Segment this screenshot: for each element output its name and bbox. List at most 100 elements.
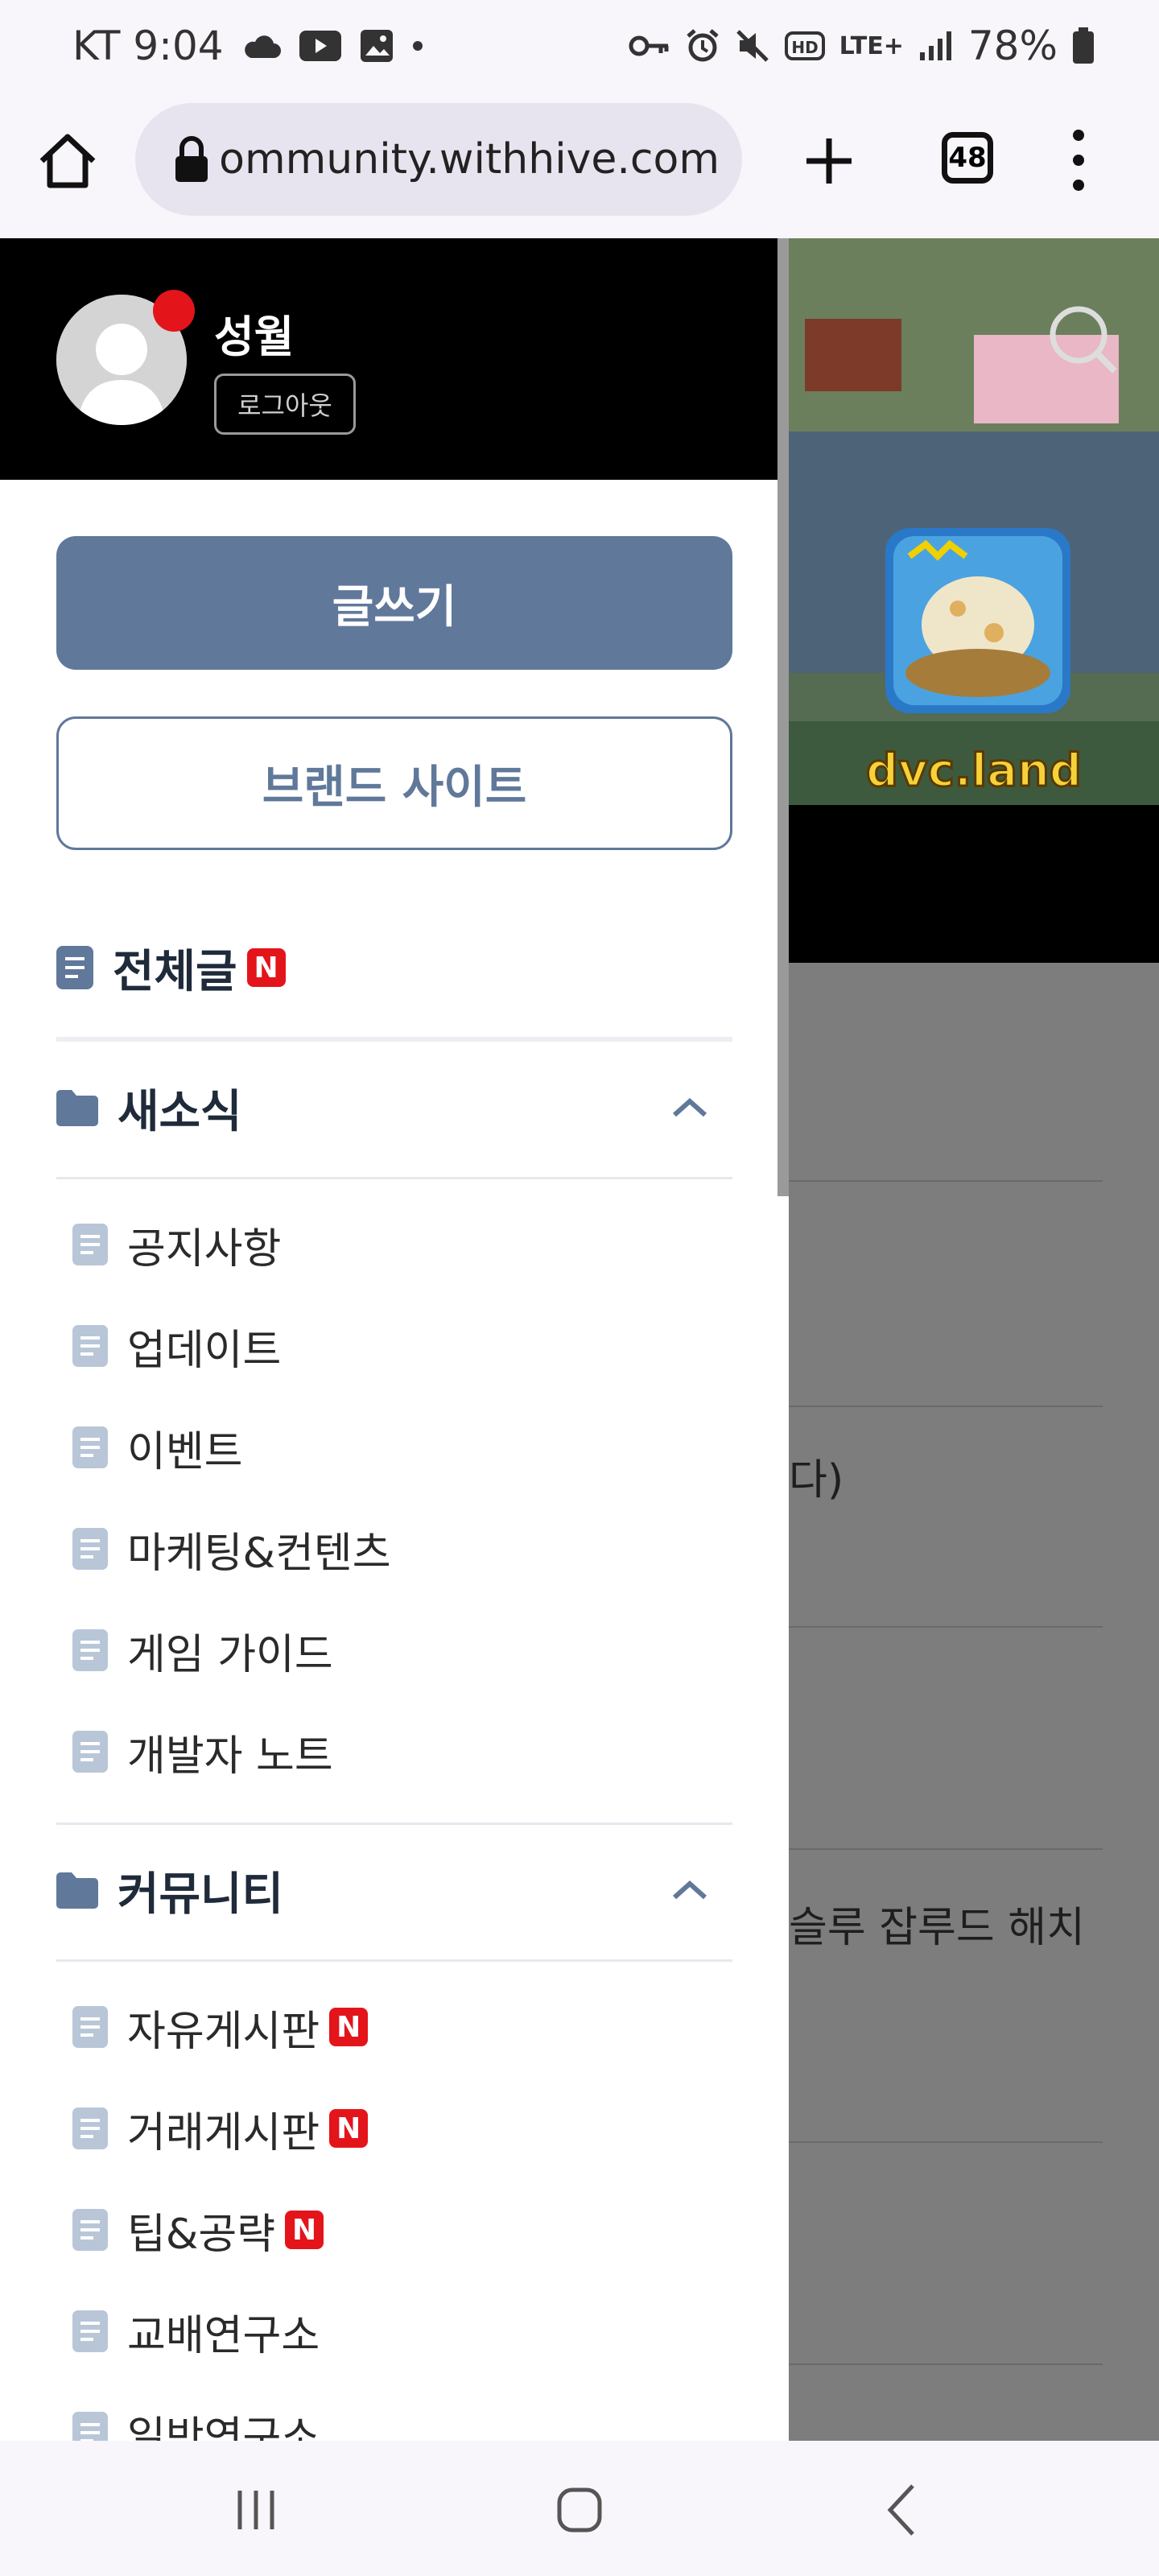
url-text[interactable]: community.withhive.com <box>221 135 720 184</box>
side-drawer: 성월 로그아웃 글쓰기 브랜드 사이트 전체글 N 새소식 공지사항 업데이트 … <box>0 238 789 2441</box>
document-icon <box>72 2310 108 2352</box>
background-page: dvc.land 다) 슬루 잡루드 해치 <box>789 238 1159 2441</box>
notification-dot <box>153 290 195 332</box>
more-options-icon[interactable] <box>1062 124 1095 196</box>
status-bar: KT 9:04 HD LTE+ 78% <box>0 0 1159 97</box>
youtube-icon <box>299 31 341 61</box>
menu-all-posts[interactable]: 전체글 N <box>56 935 732 1000</box>
mute-icon <box>736 30 769 62</box>
username: 성월 <box>214 312 295 362</box>
menu-item-label: 업데이트 <box>127 1326 282 1375</box>
menu-item-label: 팁&공략 <box>127 2210 276 2259</box>
svg-text:HD: HD <box>791 38 818 57</box>
background-divider <box>789 1848 1103 1850</box>
hd-icon: HD <box>784 31 825 60</box>
chevron-up-icon[interactable] <box>671 1096 708 1120</box>
tab-switcher-button[interactable]: 48 <box>942 132 993 184</box>
new-badge: N <box>329 2008 369 2046</box>
document-icon <box>56 946 93 989</box>
menu-item-label: 이벤트 <box>127 1427 243 1476</box>
document-icon <box>72 1325 108 1367</box>
chevron-up-icon[interactable] <box>671 1878 708 1902</box>
menu-item-notice[interactable]: 공지사항 <box>72 1212 281 1277</box>
divider <box>56 1037 732 1042</box>
system-nav-bar <box>0 2441 1159 2576</box>
menu-item-label: 거래게시판 <box>127 2108 320 2157</box>
folder-icon <box>56 1872 98 1909</box>
document-icon <box>72 2006 108 2048</box>
signal-icon <box>919 31 951 60</box>
profile-header: 성월 로그아웃 <box>0 238 789 480</box>
document-icon <box>72 1528 108 1570</box>
section-news-header[interactable]: 새소식 <box>56 1075 732 1140</box>
menu-item-label: 게임 가이드 <box>127 1630 333 1679</box>
menu-item-free-board[interactable]: 자유게시판 N <box>72 1995 369 2059</box>
home-nav-icon[interactable] <box>555 2486 604 2534</box>
key-icon <box>629 35 669 56</box>
recent-apps-icon[interactable] <box>233 2487 278 2533</box>
alarm-icon <box>686 29 719 62</box>
banner-footer <box>789 805 1159 963</box>
menu-item-marketing[interactable]: 마케팅&컨텐츠 <box>72 1517 391 1581</box>
menu-item-tips[interactable]: 팁&공략 N <box>72 2198 324 2262</box>
background-divider <box>789 1406 1103 1407</box>
background-snippet: 다) <box>789 1456 844 1505</box>
game-banner: dvc.land <box>789 238 1159 805</box>
lock-icon <box>175 136 208 182</box>
menu-item-label: 마케팅&컨텐츠 <box>127 1529 391 1578</box>
divider <box>56 1177 732 1179</box>
section-community-title: 커뮤니티 <box>118 1868 284 1921</box>
back-icon[interactable] <box>885 2483 918 2537</box>
write-button[interactable]: 글쓰기 <box>56 536 732 670</box>
menu-item-breeding-lab[interactable]: 교배연구소 <box>72 2299 320 2363</box>
background-divider <box>789 2363 1103 2365</box>
menu-item-trade-board[interactable]: 거래게시판 N <box>72 2096 369 2161</box>
document-icon <box>72 1629 108 1671</box>
dot-icon <box>412 41 423 51</box>
document-icon <box>72 1426 108 1468</box>
menu-item-label: 일반연구소 <box>127 2413 320 2442</box>
menu-item-label: 공지사항 <box>127 1224 282 1274</box>
section-news-title: 새소식 <box>118 1085 242 1138</box>
menu-item-label: 자유게시판 <box>127 2007 320 2056</box>
document-icon <box>72 2412 108 2441</box>
battery-percent: 78% <box>967 23 1058 69</box>
new-badge: N <box>246 948 286 987</box>
background-snippet: 슬루 잡루드 해치 <box>789 1904 1085 1952</box>
battery-icon <box>1073 27 1094 64</box>
menu-item-game-guide[interactable]: 게임 가이드 <box>72 1618 333 1682</box>
menu-item-general-lab[interactable]: 일반연구소 <box>72 2401 320 2441</box>
background-divider <box>789 1180 1103 1182</box>
menu-item-label: 교배연구소 <box>127 2311 320 2360</box>
gallery-icon <box>360 30 393 62</box>
status-left: KT 9:04 <box>72 23 423 69</box>
background-divider <box>789 1626 1103 1628</box>
cloud-icon <box>244 35 281 58</box>
browser-toolbar: community.withhive.com 48 <box>0 97 1159 238</box>
drawer-scrollbar[interactable] <box>777 238 789 1196</box>
home-icon[interactable] <box>35 129 100 193</box>
network-type: LTE+ <box>839 31 904 60</box>
section-community-header[interactable]: 커뮤니티 <box>56 1858 732 1922</box>
carrier-time: KT 9:04 <box>72 23 224 69</box>
menu-item-update[interactable]: 업데이트 <box>72 1314 281 1378</box>
menu-all-posts-label: 전체글 <box>113 945 237 998</box>
background-divider <box>789 2141 1103 2143</box>
banner-text: dvc.land <box>866 745 1082 797</box>
logout-button[interactable]: 로그아웃 <box>214 374 356 435</box>
document-icon <box>72 2209 108 2251</box>
menu-item-dev-note[interactable]: 개발자 노트 <box>72 1719 333 1784</box>
document-icon <box>72 2107 108 2149</box>
document-icon <box>72 1731 108 1773</box>
url-bar[interactable]: community.withhive.com <box>135 103 742 216</box>
new-tab-icon[interactable] <box>797 129 861 193</box>
divider <box>56 1823 732 1825</box>
menu-item-event[interactable]: 이벤트 <box>72 1415 243 1480</box>
menu-item-label: 개발자 노트 <box>127 1732 333 1781</box>
folder-icon <box>56 1090 98 1126</box>
document-icon <box>72 1224 108 1265</box>
status-right: HD LTE+ 78% <box>629 23 1095 69</box>
divider <box>56 1959 732 1962</box>
brand-site-button[interactable]: 브랜드 사이트 <box>56 716 732 850</box>
new-badge: N <box>285 2211 324 2249</box>
